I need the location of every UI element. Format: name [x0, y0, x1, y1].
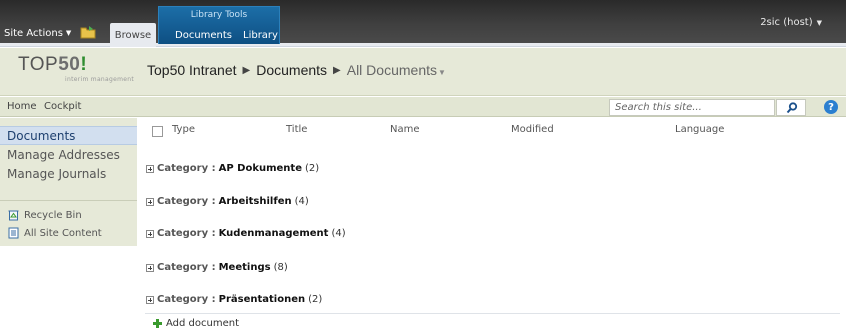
- expand-plus-icon[interactable]: [146, 229, 154, 238]
- add-plus-icon: [153, 319, 162, 328]
- folder-icon[interactable]: [80, 25, 96, 39]
- group-row[interactable]: Category : Meetings (8): [146, 262, 288, 273]
- column-title[interactable]: Title: [286, 124, 307, 135]
- column-language[interactable]: Language: [675, 124, 724, 135]
- expand-plus-icon[interactable]: [146, 164, 154, 173]
- library-tools-group: Library Tools Documents Library: [158, 6, 280, 44]
- topnav-home[interactable]: Home: [7, 101, 37, 112]
- group-count: (4): [331, 228, 346, 239]
- select-all-checkbox[interactable]: [152, 126, 163, 137]
- search-icon: [786, 102, 798, 114]
- breadcrumb-view[interactable]: All Documents▼: [347, 62, 446, 78]
- recycle-bin-label: Recycle Bin: [24, 209, 82, 221]
- group-count: (8): [273, 262, 288, 273]
- group-row[interactable]: Category : Präsentationen (2): [146, 294, 322, 305]
- search-input[interactable]: Search this site...: [609, 99, 775, 116]
- group-count: (2): [304, 163, 320, 174]
- user-menu[interactable]: 2sic (host) ▼: [760, 17, 822, 28]
- site-content-icon: [8, 227, 19, 239]
- group-count: (4): [294, 196, 309, 207]
- group-count: (2): [308, 294, 323, 305]
- quicklaunch-all-site-content[interactable]: All Site Content: [8, 227, 102, 239]
- add-document-label: Add document: [166, 318, 239, 329]
- group-name: Kudenmanagement: [218, 228, 329, 239]
- column-name[interactable]: Name: [390, 124, 420, 135]
- expand-plus-icon[interactable]: [146, 263, 154, 272]
- breadcrumb-separator-icon: ▶: [333, 64, 341, 76]
- recycle-bin-icon: [8, 210, 19, 221]
- site-actions-label: Site Actions: [4, 27, 63, 39]
- tab-library[interactable]: Library: [243, 30, 278, 41]
- topnav-cockpit[interactable]: Cockpit: [44, 101, 81, 112]
- library-tools-label: Library Tools: [190, 10, 248, 20]
- quicklaunch-documents[interactable]: Documents: [0, 126, 137, 145]
- quicklaunch-recycle-bin[interactable]: Recycle Bin: [8, 209, 82, 221]
- breadcrumb-library[interactable]: Documents: [256, 62, 327, 78]
- chevron-down-icon: ▼: [65, 29, 72, 37]
- search-button[interactable]: [776, 99, 806, 116]
- logo-tagline: interim management: [65, 76, 134, 83]
- breadcrumb-separator-icon: ▶: [242, 64, 251, 76]
- chevron-down-icon: ▼: [438, 68, 446, 77]
- site-actions-menu[interactable]: Site Actions ▼: [4, 24, 71, 42]
- column-type[interactable]: Type: [172, 124, 195, 135]
- tab-browse[interactable]: Browse: [110, 23, 156, 47]
- quicklaunch-divider: [0, 200, 137, 201]
- tab-documents[interactable]: Documents: [175, 30, 232, 41]
- group-name: Arbeitshilfen: [218, 196, 292, 207]
- help-icon[interactable]: ?: [824, 100, 838, 114]
- logo-wordmark: TOP50!: [18, 54, 88, 75]
- list-header: Type Title Name Modified Language: [145, 124, 840, 140]
- group-name: Meetings: [218, 262, 271, 273]
- expand-plus-icon[interactable]: [146, 295, 154, 304]
- quicklaunch-manage-journals[interactable]: Manage Journals: [0, 164, 137, 183]
- group-name: AP Dokumente: [218, 163, 302, 174]
- group-row[interactable]: Category : Kudenmanagement (4): [146, 228, 346, 239]
- quicklaunch-manage-addresses[interactable]: Manage Addresses: [0, 145, 137, 164]
- group-row[interactable]: Category : Arbeitshilfen (4): [146, 196, 309, 207]
- group-name: Präsentationen: [218, 294, 306, 305]
- breadcrumb: Top50 Intranet ▶ Documents ▶ All Documen…: [147, 62, 446, 78]
- add-document-link[interactable]: Add document: [153, 318, 239, 329]
- site-logo[interactable]: TOP50! interim management: [18, 55, 134, 89]
- breadcrumb-site[interactable]: Top50 Intranet: [147, 62, 237, 78]
- column-modified[interactable]: Modified: [511, 124, 554, 135]
- user-name: 2sic (host): [760, 17, 813, 28]
- list-divider: [145, 313, 840, 314]
- chevron-down-icon: ▼: [816, 18, 822, 27]
- group-row[interactable]: Category : AP Dokumente (2): [146, 163, 319, 174]
- expand-plus-icon[interactable]: [146, 197, 154, 206]
- all-site-content-label: All Site Content: [24, 227, 102, 239]
